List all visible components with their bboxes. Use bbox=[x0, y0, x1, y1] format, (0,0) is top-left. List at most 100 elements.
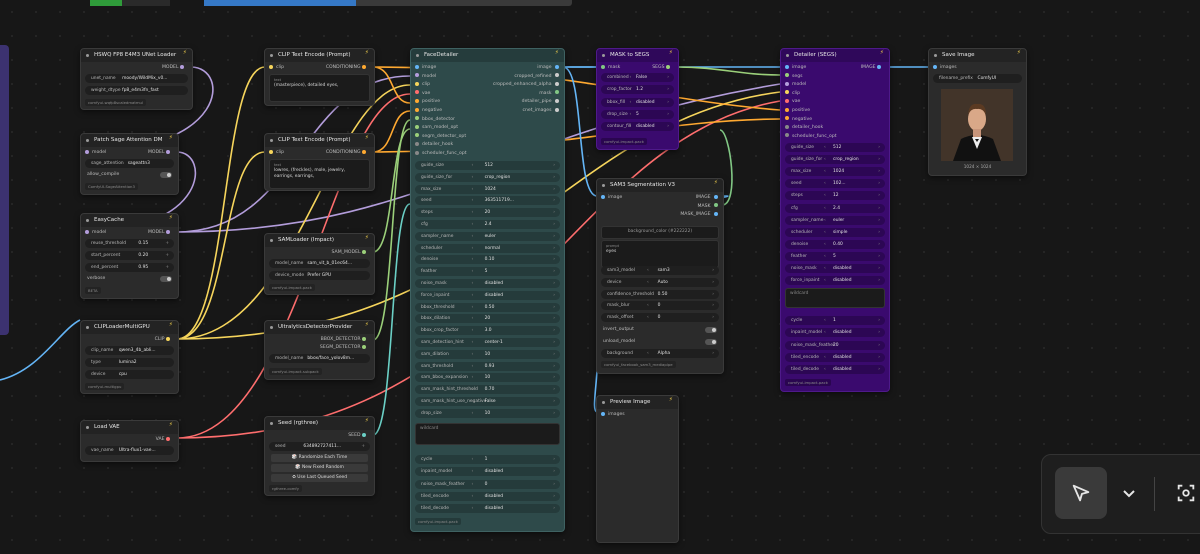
output-segs[interactable]: SEGS bbox=[652, 63, 673, 72]
decrement-icon[interactable]: ‹ bbox=[472, 279, 474, 288]
increment-icon[interactable]: › bbox=[553, 504, 555, 513]
increment-icon[interactable]: › bbox=[553, 397, 555, 406]
fit-view-button[interactable] bbox=[1166, 467, 1200, 519]
input-socket[interactable] bbox=[785, 107, 789, 112]
decrement-icon[interactable]: ‹ bbox=[647, 313, 649, 322]
decrement-icon[interactable]: ‹ bbox=[472, 196, 474, 205]
detailer-widget[interactable]: force_inpaint ‹ disabled › bbox=[785, 276, 885, 286]
input-socket[interactable] bbox=[415, 64, 419, 69]
decrement-icon[interactable]: ‹ bbox=[629, 122, 631, 131]
node-sam3-segmentation[interactable]: SAM3 Segmentation V3 ⚡ image background_c… bbox=[596, 178, 724, 374]
decrement-icon[interactable]: ‹ bbox=[824, 240, 826, 249]
decrement-icon[interactable]: ‹ bbox=[824, 204, 826, 213]
decrement-icon[interactable]: ‹ bbox=[824, 365, 826, 374]
decrement-icon[interactable]: ‹ bbox=[472, 338, 474, 347]
output-sam-model[interactable]: SAM_MODEL bbox=[332, 248, 369, 257]
face-widget[interactable]: bbox_dilation ‹ 20 › bbox=[415, 314, 560, 324]
face-widget[interactable]: tiled_decode ‹ disabled › bbox=[415, 504, 560, 514]
increment-icon[interactable]: › bbox=[553, 455, 555, 464]
detailer-widget[interactable]: inpaint_model ‹ disabled › bbox=[785, 328, 885, 338]
mask-to-segs-widget[interactable]: crop_factor ‹ 1.2 › bbox=[601, 85, 674, 95]
face-widget[interactable]: sam_bbox_expansion ‹ 10 › bbox=[415, 373, 560, 383]
face-widget[interactable]: noise_mask ‹ disabled › bbox=[415, 279, 560, 288]
decrement-icon[interactable]: ‹ bbox=[824, 252, 826, 261]
sage-attention-widget[interactable]: sage_attention sageattn3 bbox=[85, 159, 174, 168]
increment-icon[interactable]: › bbox=[878, 353, 880, 362]
detailer-widget[interactable]: steps ‹ 12 › bbox=[785, 191, 885, 201]
decrement-icon[interactable]: ‹ bbox=[472, 362, 474, 371]
increment-icon[interactable]: › bbox=[553, 467, 555, 476]
decrement-icon[interactable]: ‹ bbox=[647, 278, 649, 287]
input-socket[interactable] bbox=[415, 81, 419, 86]
prompt-textarea[interactable]: text lowres, (freckles), mole, jewelry, e… bbox=[269, 159, 370, 189]
decrement-icon[interactable]: ‹ bbox=[824, 155, 826, 164]
node-seed-rgthree[interactable]: Seed (rgthree) ⚡ SEED seed 634892727411...… bbox=[264, 416, 375, 496]
allow-compile-toggle[interactable] bbox=[160, 172, 172, 178]
sam3-toggle[interactable] bbox=[705, 338, 717, 345]
decrement-icon[interactable]: ‹ bbox=[472, 267, 474, 276]
decrement-icon[interactable]: ‹ bbox=[472, 326, 474, 335]
device-mode-widget[interactable]: device_mode Prefer GPU bbox=[269, 271, 370, 280]
face-widget[interactable]: drop_size ‹ 10 › bbox=[415, 408, 560, 418]
face-widget[interactable]: steps ‹ 20 › bbox=[415, 208, 560, 218]
increment-icon[interactable]: › bbox=[878, 191, 880, 200]
output-socket[interactable] bbox=[555, 107, 559, 112]
face-widget[interactable]: denoise ‹ 0.10 › bbox=[415, 255, 560, 265]
decrement-icon[interactable]: ‹ bbox=[472, 220, 474, 229]
detailer-widget[interactable]: guide_size_for ‹ crop_region › bbox=[785, 155, 885, 165]
tool-dropdown-button[interactable] bbox=[1114, 467, 1144, 519]
decrement-icon[interactable]: ‹ bbox=[824, 191, 826, 200]
increment-icon[interactable]: › bbox=[553, 161, 555, 170]
detailer-widget[interactable]: max_size ‹ 1024 › bbox=[785, 167, 885, 177]
face-widget[interactable]: guide_size ‹ 512 › bbox=[415, 161, 560, 170]
node-load-vae[interactable]: Load VAE ⚡ VAE vae_name Ultra-flux1-vae... bbox=[80, 420, 179, 462]
increment-icon[interactable]: › bbox=[878, 264, 880, 273]
increment-icon[interactable]: › bbox=[712, 349, 714, 358]
detailer-widget[interactable]: feather ‹ 5 › bbox=[785, 251, 885, 261]
node-clip-text-encode-negative[interactable]: CLIP Text Encode (Prompt) ⚡ clip CONDITIO… bbox=[264, 133, 375, 191]
increment-icon[interactable]: › bbox=[667, 85, 669, 94]
type-widget[interactable]: type lumina2 bbox=[85, 358, 174, 367]
vae-name-widget[interactable]: vae_name Ultra-flux1-vae... bbox=[85, 446, 174, 455]
input-socket[interactable] bbox=[415, 98, 419, 103]
increment-icon[interactable]: › bbox=[878, 155, 880, 164]
increment-icon[interactable]: › bbox=[553, 492, 555, 501]
face-widget[interactable]: feather ‹ 5 › bbox=[415, 267, 560, 277]
increment-icon[interactable]: › bbox=[712, 301, 714, 310]
sam3-output[interactable]: MASK_IMAGE bbox=[680, 210, 718, 219]
output-socket[interactable] bbox=[555, 90, 559, 95]
reuse-threshold-widget[interactable]: reuse_threshold 0.15 + bbox=[85, 239, 174, 248]
mask-to-segs-widget[interactable]: bbox_fill ‹ disabled › bbox=[601, 97, 674, 107]
output-model[interactable]: MODEL bbox=[162, 63, 187, 72]
node-ultralytics-detector[interactable]: UltralyticsDetectorProvider ⚡ BBOX_DETECT… bbox=[264, 320, 375, 380]
increment-icon[interactable]: › bbox=[553, 220, 555, 229]
output-model[interactable]: MODEL bbox=[148, 228, 173, 237]
increment-icon[interactable]: › bbox=[553, 338, 555, 347]
increment-icon[interactable]: › bbox=[553, 326, 555, 335]
face-widget[interactable]: bbox_threshold ‹ 0.50 › bbox=[415, 302, 560, 312]
sam3-widget[interactable]: device ‹ Auto › bbox=[601, 277, 719, 287]
model-name-widget[interactable]: model_name bbox/face_yolov8m... bbox=[269, 354, 370, 363]
decrement-icon[interactable]: ‹ bbox=[472, 467, 474, 476]
face-widget[interactable]: tiled_encode ‹ disabled › bbox=[415, 491, 560, 501]
input-socket[interactable] bbox=[785, 124, 789, 129]
start-percent-widget[interactable]: start_percent 0.20 + bbox=[85, 251, 174, 260]
face-widget[interactable]: cfg ‹ 2.4 › bbox=[415, 220, 560, 229]
output-model[interactable]: MODEL bbox=[148, 148, 173, 157]
decrement-icon[interactable]: ‹ bbox=[647, 349, 649, 358]
detailer-widget[interactable]: guide_size ‹ 512 › bbox=[785, 143, 885, 152]
decrement-icon[interactable]: ‹ bbox=[629, 110, 631, 119]
detailer-widget[interactable]: noise_mask_feather ‹ 20 › bbox=[785, 340, 885, 350]
increment-icon[interactable]: › bbox=[878, 276, 880, 285]
decrement-icon[interactable]: ‹ bbox=[472, 303, 474, 312]
increment-icon[interactable]: › bbox=[667, 122, 669, 131]
increment-icon[interactable]: › bbox=[712, 290, 714, 299]
increment-icon[interactable]: › bbox=[878, 216, 880, 225]
decrement-icon[interactable]: ‹ bbox=[472, 350, 474, 359]
increment-icon[interactable]: › bbox=[553, 185, 555, 194]
input-images[interactable]: images bbox=[933, 63, 1022, 72]
increment-icon[interactable]: › bbox=[553, 385, 555, 394]
decrement-icon[interactable]: ‹ bbox=[824, 353, 826, 362]
decrement-icon[interactable]: ‹ bbox=[472, 232, 474, 241]
input-socket[interactable] bbox=[415, 73, 419, 78]
